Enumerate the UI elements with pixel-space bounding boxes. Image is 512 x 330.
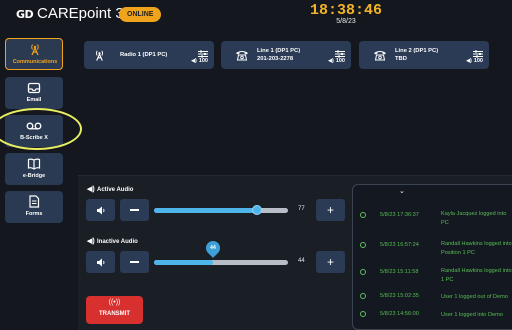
info-icon: [360, 311, 366, 317]
phone-icon: [235, 48, 249, 62]
active-audio-label: ◀) Active Audio: [87, 186, 134, 193]
line-volume: ◀) 100: [328, 58, 345, 64]
active-audio-slider[interactable]: [154, 205, 288, 215]
top-bar: GD CAREpoint 3 ONLINE 18:38:46 5/8/23: [0, 0, 512, 30]
line-number: TBD: [395, 56, 407, 62]
radio-tower-icon: [6, 43, 64, 56]
sidebar-item-label: e-Bridge: [22, 173, 46, 179]
sliders-icon[interactable]: [473, 45, 483, 58]
sidebar-item-e-bridge[interactable]: e-Bridge: [5, 153, 63, 185]
active-audio-value: 77: [298, 206, 305, 212]
phone-icon: [373, 48, 387, 62]
speaker-icon: [96, 206, 104, 214]
inactive-audio-speaker-button[interactable]: [86, 251, 115, 273]
inactive-audio-increase-button[interactable]: +: [316, 251, 345, 273]
log-entry: 5/8/23 16:57:24 Randall Hawkins logged i…: [353, 237, 512, 267]
line-title: Line 1 (DP1 PC): [257, 48, 301, 54]
inbox-icon: [5, 81, 63, 94]
logo: GD: [16, 8, 34, 21]
book-icon: [5, 157, 63, 170]
transmit-button[interactable]: ((•)) TRANSMIT: [86, 296, 143, 324]
inactive-audio-value: 44: [298, 258, 305, 264]
line-number: 201-203-2278: [257, 56, 294, 62]
sliders-icon[interactable]: [198, 45, 208, 58]
line-card-line-2[interactable]: Line 2 (DP1 PC) TBD ◀) 100: [359, 41, 489, 69]
date: 5/8/23: [336, 18, 356, 25]
app-title: CAREpoint 3: [37, 5, 124, 22]
radio-tower-icon: [92, 48, 106, 62]
log-message: User 1 logged into Demo: [441, 312, 503, 318]
log-message: Randall Hawkins logged into 1 PC: [441, 268, 512, 283]
speaker-icon: [96, 258, 104, 266]
slider-tooltip-value: 44: [210, 245, 216, 251]
clock: 18:38:46: [309, 2, 382, 19]
sidebar-item-communications[interactable]: Communications: [5, 38, 63, 70]
log-message: Kayla Jacquez logged into PC: [441, 211, 507, 226]
minus-icon: [130, 209, 139, 211]
plus-icon: +: [326, 203, 334, 217]
sidebar-item-label: Email: [26, 97, 42, 103]
inactive-audio-slider[interactable]: [154, 260, 288, 265]
event-log: ⌄ 5/8/23 17:36:37 Kayla Jacquez logged i…: [352, 184, 512, 330]
plus-icon: +: [326, 255, 334, 269]
info-icon: [360, 242, 366, 248]
log-time: 5/8/23 15:02:35: [380, 293, 419, 299]
active-audio-increase-button[interactable]: +: [316, 199, 345, 221]
log-entry: 5/8/23 14:56:00 User 1 logged into Demo: [353, 307, 512, 329]
sliders-icon[interactable]: [335, 45, 345, 58]
line-title: Radio 1 (DP1 PC): [120, 52, 168, 58]
minus-icon: [130, 261, 139, 263]
inactive-audio-decrease-button[interactable]: [120, 251, 149, 273]
app-root: GD CAREpoint 3 ONLINE 18:38:46 5/8/23 Co…: [0, 0, 512, 330]
sidebar-item-label: Forms: [25, 211, 43, 217]
chevron-down-icon[interactable]: ⌄: [399, 187, 405, 195]
inactive-audio-fill: [154, 260, 213, 265]
transmit-label: TRANSMIT: [99, 311, 130, 317]
log-time: 5/8/23 16:57:24: [380, 242, 419, 248]
document-icon: [5, 195, 63, 208]
info-icon: [360, 269, 366, 275]
sidebar-item-forms[interactable]: Forms: [5, 191, 63, 223]
line-card-line-1[interactable]: Line 1 (DP1 PC) 201-203-2278 ◀) 100: [221, 41, 351, 69]
active-audio-speaker-button[interactable]: [86, 199, 115, 221]
log-time: 5/8/23 15:11:58: [380, 269, 419, 275]
log-message: Randall Hawkins logged into Position 1 P…: [441, 241, 512, 256]
line-volume: ◀) 100: [191, 58, 208, 64]
log-message: User 1 logged out of Demo: [441, 294, 508, 300]
log-time: 5/8/23 17:36:37: [380, 212, 419, 218]
active-audio-decrease-button[interactable]: [120, 199, 149, 221]
log-time: 5/8/23 14:56:00: [380, 311, 419, 317]
active-audio-fill: [154, 208, 258, 213]
sidebar-item-email[interactable]: Email: [5, 77, 63, 109]
speaker-icon: ◀): [328, 58, 334, 64]
line-card-radio-1[interactable]: Radio 1 (DP1 PC) ◀) 100: [84, 41, 214, 69]
log-entry: 5/8/23 17:36:37 Kayla Jacquez logged int…: [353, 207, 512, 237]
speaker-icon: ◀): [87, 186, 95, 193]
status-badge: ONLINE: [119, 7, 162, 22]
info-icon: [360, 212, 366, 218]
sidebar-item-label: Communications: [12, 59, 58, 65]
info-icon: [360, 293, 366, 299]
radio-tower-icon: ((•)): [108, 299, 121, 306]
highlight-annotation: [0, 108, 82, 150]
speaker-icon: ◀): [87, 238, 95, 245]
line-title: Line 2 (DP1 PC): [395, 48, 439, 54]
line-volume: ◀) 100: [466, 58, 483, 64]
inactive-audio-label: ◀) Inactive Audio: [87, 238, 138, 245]
speaker-icon: ◀): [191, 58, 197, 64]
speaker-icon: ◀): [466, 58, 472, 64]
